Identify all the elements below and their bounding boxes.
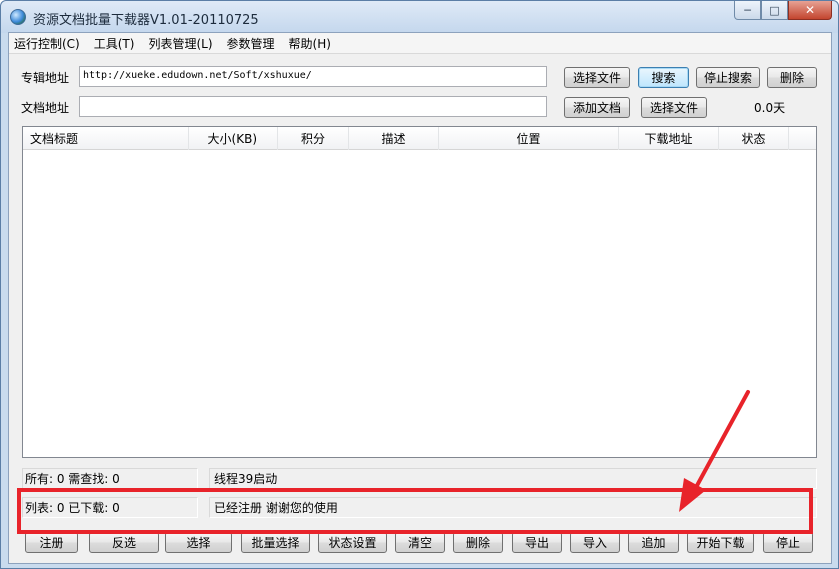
red-arrow-icon: [679, 390, 750, 512]
